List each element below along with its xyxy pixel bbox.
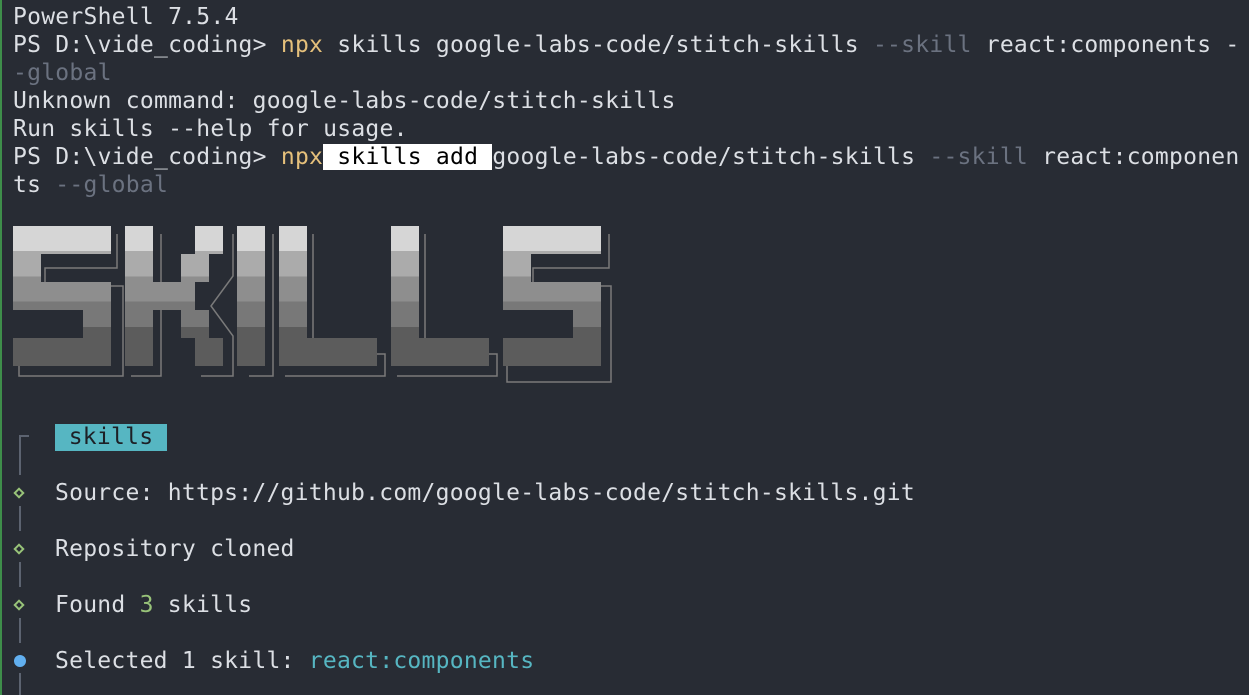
found-count: 3 [139, 592, 154, 618]
global-flag: --global [55, 172, 169, 198]
prompt: PS D:\vide_coding> [13, 144, 281, 170]
shell-version-line: PowerShell 7.5.4 [13, 4, 239, 30]
found-skills-step: Found 3 skills [55, 591, 252, 619]
command-line-1-wrap: -global [13, 60, 112, 86]
active-step-dot-icon [14, 655, 26, 667]
skill-flag: --skill [929, 144, 1029, 170]
prompt: PS D:\vide_coding> [13, 32, 281, 58]
gutter-line [19, 435, 21, 475]
npx-token: npx [280, 144, 324, 170]
skill-arg: react:components - [971, 32, 1240, 58]
command-line-2[interactable]: PS D:\vide_coding> npx skills add google… [13, 143, 1240, 171]
source-url[interactable]: https://github.com/google-labs-code/stit… [168, 480, 915, 506]
command-args: google-labs-code/stitch-skills [492, 144, 930, 170]
gutter-line [19, 506, 21, 531]
skills-logo-graphic [13, 226, 612, 383]
skills-title-badge: skills [55, 424, 167, 451]
step-done-diamond-icon [13, 543, 25, 555]
skills-ascii-logo [13, 226, 613, 386]
gutter-corner [19, 435, 29, 437]
skill-arg-wrap: ts [13, 172, 56, 198]
gutter-line [19, 562, 21, 587]
found-suffix: skills [153, 592, 253, 618]
selected-skill-step[interactable]: Selected 1 skill: react:components [55, 647, 534, 675]
gutter-line [19, 618, 21, 643]
selected-text-highlight[interactable]: skills add [323, 144, 493, 170]
selected-prefix: Selected 1 skill: [55, 648, 309, 674]
logo-letters [13, 226, 601, 366]
skill-arg: react:componen [1028, 144, 1240, 170]
repo-cloned-step: Repository cloned [55, 536, 295, 562]
gutter-line [19, 673, 21, 695]
terminal-accent-edge [0, 0, 2, 695]
error-line-2: Run skills --help for usage. [13, 116, 408, 142]
command-line-2-wrap: ts --global [13, 171, 168, 199]
skill-flag: --skill [872, 32, 972, 58]
found-prefix: Found [55, 592, 140, 618]
command-args: skills google-labs-code/stitch-skills [323, 32, 873, 58]
step-done-diamond-icon [13, 487, 25, 499]
source-label: Source: [55, 480, 168, 506]
npx-token: npx [280, 32, 324, 58]
command-line-1[interactable]: PS D:\vide_coding> npx skills google-lab… [13, 31, 1240, 59]
error-line-1: Unknown command: google-labs-code/stitch… [13, 88, 676, 114]
step-done-diamond-icon [13, 599, 25, 611]
selected-skill-value[interactable]: react:components [309, 648, 535, 674]
source-step: Source: https://github.com/google-labs-c… [55, 479, 915, 507]
